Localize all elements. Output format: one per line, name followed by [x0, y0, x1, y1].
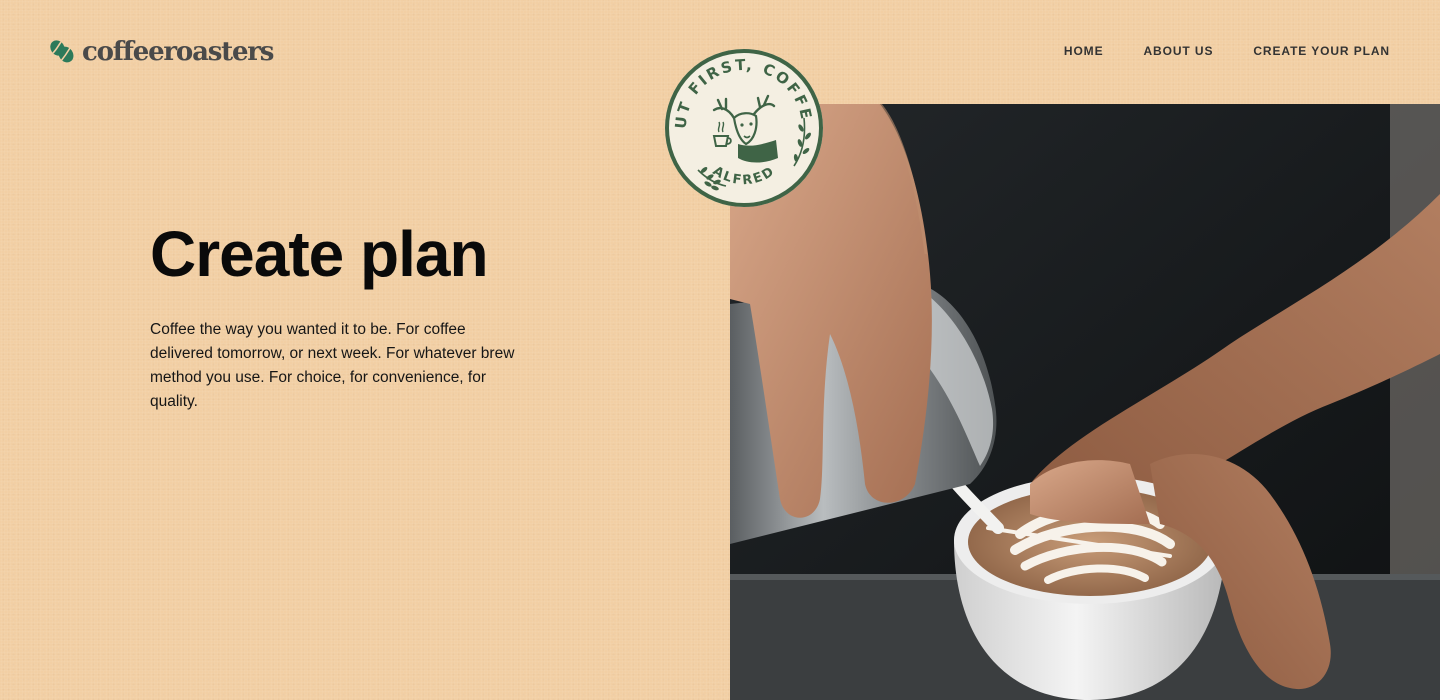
but-first-coffee-badge: BUT FIRST, COFFEE. ALFRED — [657, 34, 824, 208]
coffee-bean-leaf-icon — [49, 39, 75, 65]
nav-about-link[interactable]: ABOUT US — [1143, 44, 1213, 58]
page-title: Create plan — [150, 218, 489, 290]
main-navigation: HOME ABOUT US CREATE YOUR PLAN — [1064, 44, 1390, 58]
brand-name: coffeeroasters — [82, 37, 274, 67]
barista-pouring-latte-art-image — [730, 104, 1440, 700]
hero-description: Coffee the way you wanted it to be. For … — [150, 321, 515, 410]
nav-home-link[interactable]: HOME — [1064, 44, 1104, 58]
brand-logo[interactable]: coffeeroasters — [49, 36, 274, 68]
nav-create-plan-link[interactable]: CREATE YOUR PLAN — [1253, 44, 1390, 58]
